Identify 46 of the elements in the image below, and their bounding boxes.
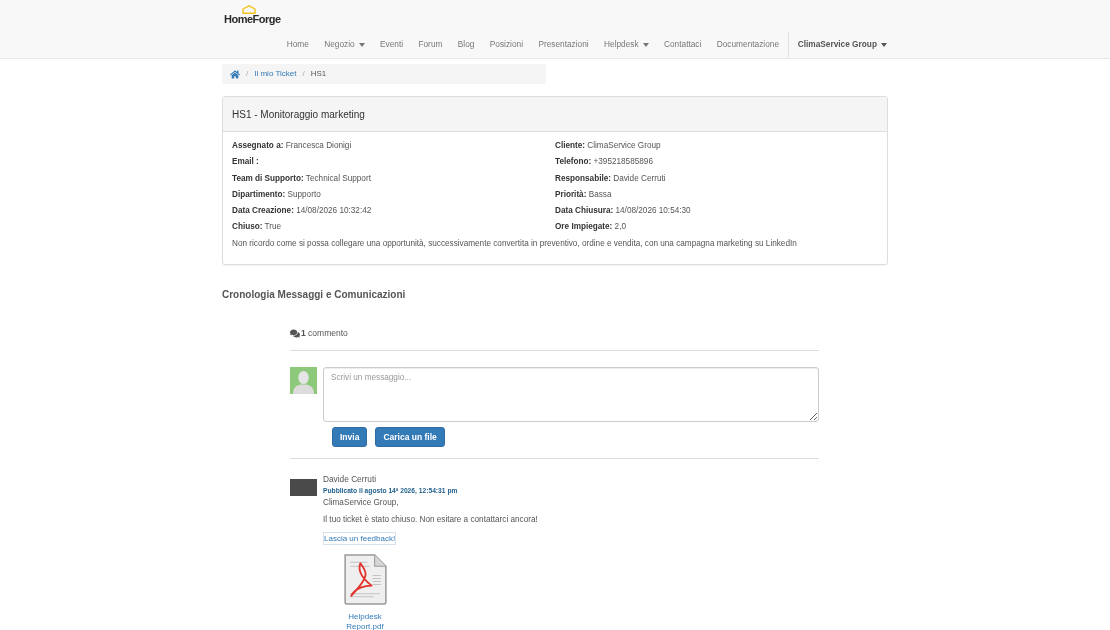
message-field[interactable]: Scrivi un messaggio... — [323, 367, 819, 423]
nav-link[interactable]: Posizioni — [482, 38, 531, 51]
avatar-silhouette-icon — [290, 367, 317, 395]
nav-link[interactable]: Contattaci — [656, 38, 710, 51]
nav-link[interactable]: Helpdesk — [596, 38, 657, 51]
field-text: Cliente: ClimaService Group — [555, 140, 661, 152]
nav-link[interactable]: Eventi — [372, 38, 411, 51]
nav-link[interactable]: Blog — [450, 38, 483, 51]
nav-link[interactable]: Negozio — [316, 38, 373, 51]
field-text: Ore Impiegate: 2,0 — [555, 221, 626, 234]
field-text: Telefono: +395218585896 — [555, 156, 653, 169]
home-icon[interactable] — [230, 69, 240, 79]
nav-link[interactable]: Documentazione — [709, 38, 787, 51]
ticket-description: Non ricordo come si possa collegare una opportunità, successivamente convertita in preventivo, ordine e vendita, con una campagna marketing su LinkedIn — [232, 237, 798, 250]
field-text: Priorità: Bassa — [555, 188, 612, 201]
field-text: Dipartimento: Supporto — [232, 188, 321, 201]
comment-text: ClimaService Group, — [323, 497, 399, 510]
breadcrumb-separator: / — [246, 68, 249, 80]
comment-count: 1 commento — [301, 326, 348, 340]
pdf-file-icon — [342, 553, 388, 607]
breadcrumb-separator: / — [302, 68, 305, 80]
comment-text: Il tuo ticket è stato chiuso. Non esitare a contattarci ancora! — [323, 514, 538, 527]
house-icon — [242, 5, 256, 14]
field-text: Data Chiusura: 14/08/2026 10:54:30 — [555, 205, 691, 218]
comments-icon — [290, 328, 300, 338]
account-menu[interactable]: ClimaService Group — [788, 38, 888, 51]
logo[interactable]: HomeForge — [224, 13, 281, 25]
field-text: Assegnato a: Francesca Dionigi — [232, 140, 352, 152]
field-text: Team di Supporto: Technical Support — [232, 172, 371, 185]
field-text: Chiuso: True — [232, 221, 282, 234]
field-text: Email : — [232, 156, 259, 169]
attachment-link[interactable]: Helpdesk Report.pdf — [335, 612, 395, 630]
photo-placeholder — [290, 479, 317, 497]
field-text: Responsabile: Davide Cerruti — [555, 172, 666, 185]
ticket-title: HS1 - Monitoraggio marketing — [232, 107, 365, 122]
action-button[interactable]: Carica un file — [375, 427, 445, 448]
breadcrumb-link[interactable]: Il mio Ticket — [254, 68, 297, 80]
current-page-label: HS1 — [310, 68, 327, 80]
field-text: Data Creazione: 14/08/2026 10:32:42 — [232, 205, 372, 218]
section-heading: Cronologia Messaggi e Comunicazioni — [222, 288, 407, 303]
nav-link[interactable]: Presentazioni — [530, 38, 597, 51]
action-button[interactable]: Invia — [332, 427, 368, 448]
comment-author: Davide Cerruti — [323, 473, 377, 486]
nav-link[interactable]: Forum — [410, 38, 451, 51]
nav-link[interactable]: Home — [278, 38, 317, 51]
feedback-link[interactable]: Lascia un feedback! — [323, 532, 397, 546]
